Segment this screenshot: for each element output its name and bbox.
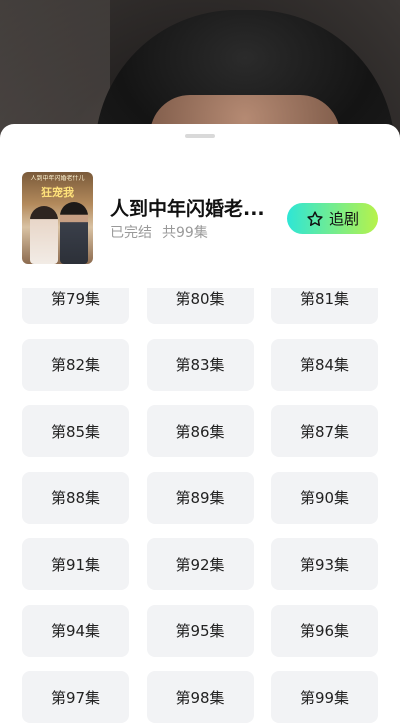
drama-meta: 已完结 共99集 (110, 224, 208, 242)
episode-item[interactable]: 第91集 (22, 538, 129, 590)
episode-item[interactable]: 第79集 (22, 288, 129, 324)
episode-item[interactable]: 第98集 (146, 671, 254, 723)
drama-cover[interactable]: 人到中年闪婚老什儿 狂宠我 (22, 172, 93, 264)
episode-item[interactable]: 第87集 (271, 405, 378, 457)
episode-grid: 第79集 第80集 第81集第82集 第83集 第84集第85集 第86集 第87集第88集… (22, 288, 378, 723)
episode-grid-viewport[interactable]: 第79集 第80集 第81集第82集 第83集 第84集第85集 第86集 第87集第88集… (0, 288, 400, 724)
cover-person-man (60, 202, 88, 264)
episode-item[interactable]: 第92集 (146, 538, 254, 590)
episode-item[interactable]: 第88集 (22, 471, 129, 524)
episode-item[interactable]: 第93集 (271, 538, 378, 590)
episode-item[interactable]: 第99集 (271, 671, 378, 723)
episode-item[interactable]: 第97集 (22, 671, 129, 723)
episode-sheet: 人到中年闪婚老什儿 狂宠我 人到中年闪婚老... 已完结 共99集 追剧 第79集… (0, 124, 400, 724)
follow-button[interactable]: 追剧 (287, 203, 378, 234)
episode-item[interactable]: 第94集 (22, 604, 129, 657)
episode-item[interactable]: 第90集 (271, 471, 378, 524)
drama-status: 已完结 (110, 225, 152, 241)
episode-item[interactable]: 第89集 (146, 471, 254, 524)
drama-title: 人到中年闪婚老... (110, 198, 265, 220)
episode-item[interactable]: 第86集 (146, 405, 254, 457)
episode-item[interactable]: 第95集 (146, 604, 254, 657)
cover-text-main: 狂宠我 (41, 186, 74, 199)
drama-header: 人到中年闪婚老什儿 狂宠我 人到中年闪婚老... 已完结 共99集 追剧 (22, 172, 378, 264)
star-outline-icon (307, 210, 323, 226)
episode-item[interactable]: 第84集 (271, 338, 378, 391)
episode-item[interactable]: 第85集 (22, 405, 129, 457)
follow-button-label: 追剧 (328, 210, 359, 228)
drama-episode-count: 共99集 (162, 225, 208, 241)
cover-text-top: 人到中年闪婚老什儿 (30, 175, 85, 182)
cover-person-woman (30, 206, 58, 264)
drag-handle[interactable] (185, 134, 215, 138)
episode-item[interactable]: 第80集 (146, 288, 254, 324)
episode-item[interactable]: 第82集 (22, 338, 129, 391)
episode-item[interactable]: 第83集 (146, 338, 254, 391)
episode-item[interactable]: 第81集 (271, 288, 378, 324)
episode-item[interactable]: 第96集 (271, 604, 378, 657)
